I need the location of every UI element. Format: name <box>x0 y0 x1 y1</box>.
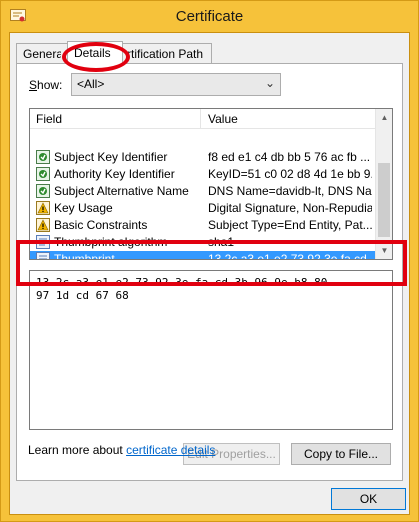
cert-extension-icon <box>36 184 50 198</box>
cert-extension-icon <box>36 167 50 181</box>
row-field-value: 13 2c a3 e1 e2 73 92 3e fa cd ... <box>208 252 372 260</box>
scroll-thumb[interactable] <box>378 163 390 237</box>
show-label-rest: how: <box>37 78 63 92</box>
property-icon <box>36 235 50 249</box>
field-list[interactable]: Field Value Subject Key Identifier f8 ed … <box>29 108 393 260</box>
list-rows: Subject Key Identifier f8 ed e1 c4 db bb … <box>30 149 375 260</box>
scroll-down-arrow-icon[interactable]: ▼ <box>376 242 392 259</box>
show-dropdown[interactable]: <All> ⌄ <box>71 73 281 96</box>
show-dropdown-value: <All> <box>77 77 105 91</box>
tab-strip: Genera rtification Path Details <box>14 41 406 72</box>
row-field-name: Subject Key Identifier <box>54 150 168 164</box>
window-title: Certificate <box>175 8 244 25</box>
row-field-name: Thumbprint <box>54 252 115 260</box>
row-field-name: Thumbprint algorithm <box>54 235 168 249</box>
tab-general-label: Genera <box>23 47 61 61</box>
column-header-field[interactable]: Field <box>36 112 62 126</box>
list-row[interactable]: Thumbprint algorithm sha1 <box>30 234 375 251</box>
details-panel: Show: <All> ⌄ Field Value Subject Key Id… <box>16 63 403 481</box>
learn-more-text: Learn more about certificate details <box>28 443 215 457</box>
row-field-name: Basic Constraints <box>54 218 148 232</box>
list-row[interactable]: Basic Constraints Subject Type=End Entity… <box>30 217 375 234</box>
list-row[interactable]: Authority Key Identifier KeyID=51 c0 02 d… <box>30 166 375 183</box>
row-field-value: Digital Signature, Non-Repudia... <box>208 201 372 215</box>
show-label: Show: <box>29 78 62 92</box>
row-field-name: Subject Alternative Name <box>54 184 189 198</box>
cert-extension-icon <box>36 150 50 164</box>
list-row[interactable]: Subject Alternative Name DNS Name=davidb-… <box>30 183 375 200</box>
show-label-accel: S <box>29 78 38 92</box>
tab-general[interactable]: Genera <box>16 43 68 63</box>
list-header: Field Value <box>30 109 375 129</box>
row-field-value: sha1 <box>208 235 235 249</box>
column-header-value[interactable]: Value <box>208 112 238 126</box>
chevron-down-icon: ⌄ <box>264 76 275 90</box>
scroll-up-arrow-icon[interactable]: ▲ <box>376 109 392 126</box>
list-scrollbar[interactable]: ▲ ▼ <box>375 109 392 259</box>
property-icon <box>36 252 50 259</box>
tab-certification-path[interactable]: rtification Path <box>122 43 212 63</box>
list-row[interactable]: Thumbprint 13 2c a3 e1 e2 73 92 3e fa cd … <box>30 251 375 260</box>
list-row[interactable]: Subject Key Identifier f8 ed e1 c4 db bb … <box>30 149 375 166</box>
row-field-value: DNS Name=davidb-lt, DNS Na... <box>208 184 372 198</box>
learn-more-prefix: Learn more about <box>28 443 127 457</box>
highlight-oval <box>62 42 130 72</box>
critical-extension-icon <box>36 218 50 232</box>
column-divider[interactable] <box>200 109 201 129</box>
title-bar[interactable]: Certificate <box>1 1 418 31</box>
row-field-name: Key Usage <box>54 201 113 215</box>
certificate-details-link[interactable]: certificate details <box>126 443 215 457</box>
row-field-value: f8 ed e1 c4 db bb 5 76 ac fb ... <box>208 150 371 164</box>
field-value-box[interactable]: 13 2c a3 e1 e2 73 92 3e fa cd 3b 96 9e b… <box>29 270 393 430</box>
copy-to-file-button[interactable]: Copy to File... <box>291 443 391 465</box>
row-field-name: Authority Key Identifier <box>54 167 175 181</box>
row-field-value: KeyID=51 c0 02 d8 4d 1e bb 9... <box>208 167 372 181</box>
dialog-client-area: Genera rtification Path Details Show: <A… <box>9 32 410 515</box>
list-row[interactable]: Key Usage Digital Signature, Non-Repudia.… <box>30 200 375 217</box>
row-field-value: Subject Type=End Entity, Pat... <box>208 218 372 232</box>
certificate-window: Certificate Genera rtification Path Deta… <box>0 0 419 522</box>
tab-certification-path-label: rtification Path <box>127 47 204 61</box>
ok-button[interactable]: OK <box>331 488 406 510</box>
critical-extension-icon <box>36 201 50 215</box>
